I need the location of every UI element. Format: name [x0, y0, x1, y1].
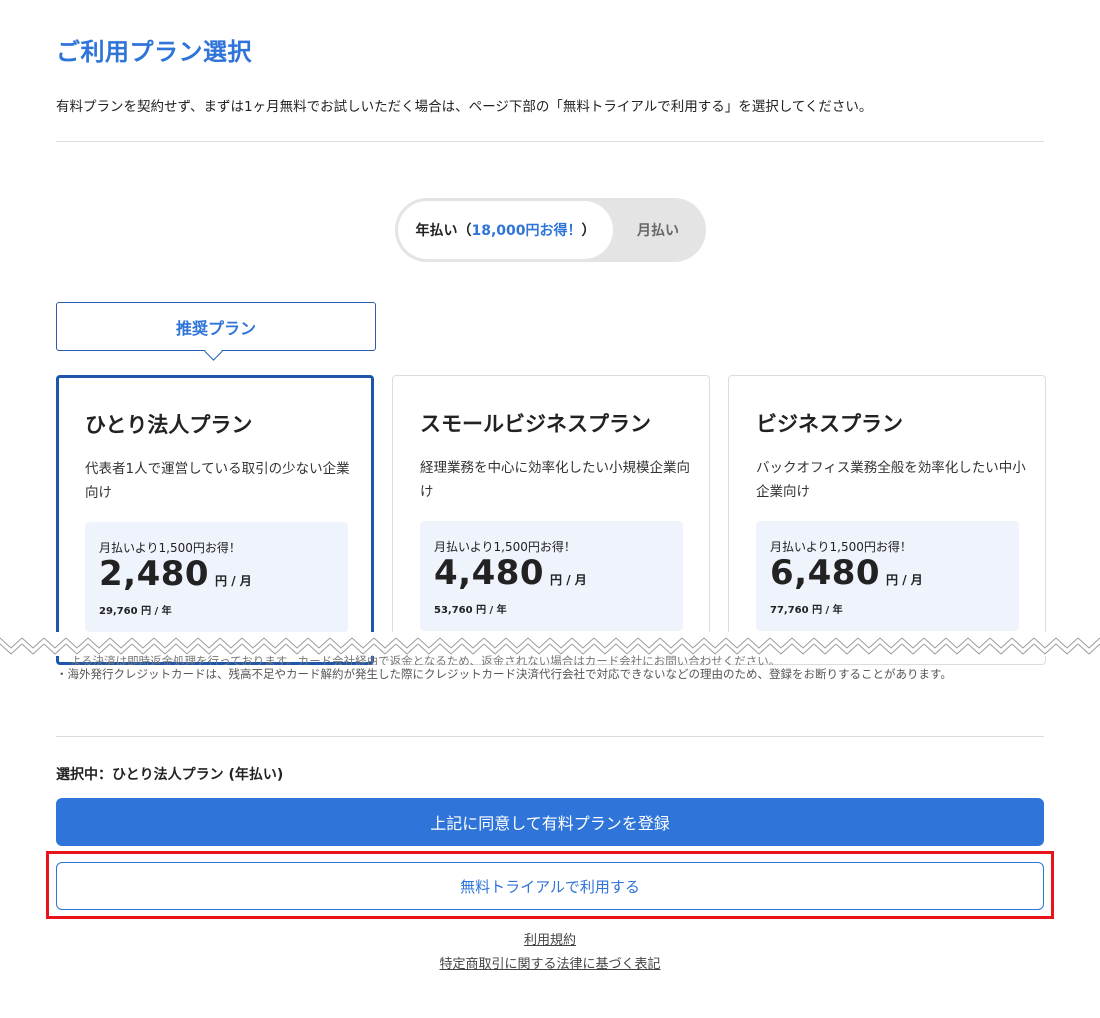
- monthly-price: 2,480 円 / 月: [99, 554, 252, 594]
- plan-card-small-business[interactable]: スモールビジネスプラン 経理業務を中心に効率化したい小規模企業向け 月払いより1…: [392, 375, 710, 665]
- billing-cycle-toggle: 年払い（ 18,000円お得！） 月払い: [395, 198, 706, 262]
- price-unit: 円 / 月: [886, 573, 923, 587]
- divider: [56, 141, 1044, 142]
- annual-billing-option[interactable]: 年払い（ 18,000円お得！）: [398, 201, 613, 259]
- price-box: 月払いより1,500円お得！ 6,480 円 / 月 77,760 円 / 年: [756, 521, 1019, 631]
- plan-description: 代表者1人で運営している取引の少ない企業向け: [85, 461, 350, 501]
- annual-label: 年払い（: [415, 223, 472, 239]
- plan-card-solo-corporation[interactable]: ひとり法人プラン 代表者1人で運営している取引の少ない企業向け 月払いより1,5…: [56, 375, 374, 665]
- price-unit: 円 / 月: [215, 574, 252, 588]
- note-refund: よる決済は即時返金処理を行っております。カード会社経由で返金となるため、返金され…: [70, 654, 781, 665]
- selection-value: ひとり法人プラン (年払い): [112, 767, 284, 783]
- note-overseas-card: ・海外発行クレジットカードは、残高不足やカード解約が発生した際にクレジットカード…: [56, 667, 952, 681]
- selection-summary: 選択中：ひとり法人プラン (年払い): [56, 764, 283, 784]
- payment-notes: よる決済は即時返金処理を行っております。カード会社経由で返金となるため、返金され…: [56, 652, 1056, 683]
- annual-price: 29,760 円 / 年: [99, 606, 172, 617]
- price-amount: 2,480: [99, 554, 210, 594]
- plan-name: ビジネスプラン: [756, 412, 903, 436]
- plan-name: スモールビジネスプラン: [420, 412, 651, 436]
- divider: [56, 736, 1044, 737]
- commercial-law-link[interactable]: 特定商取引に関する法律に基づく表記: [0, 953, 1100, 972]
- selection-label: 選択中：: [56, 767, 112, 783]
- plan-description: 経理業務を中心に効率化したい小規模企業向け: [420, 460, 690, 500]
- annual-price: 53,760 円 / 年: [434, 605, 507, 616]
- price-amount: 4,480: [434, 553, 545, 593]
- terms-link[interactable]: 利用規約: [0, 929, 1100, 948]
- monthly-price: 6,480 円 / 月: [770, 553, 923, 593]
- intro-text: 有料プランを契約せず、まずは1ヶ月無料でお試しいただく場合は、ページ下部の「無料…: [56, 99, 873, 115]
- price-box: 月払いより1,500円お得！ 2,480 円 / 月 29,760 円 / 年: [85, 522, 348, 632]
- free-trial-button[interactable]: 無料トライアルで利用する: [56, 862, 1044, 910]
- monthly-price: 4,480 円 / 月: [434, 553, 587, 593]
- price-box: 月払いより1,500円お得！ 4,480 円 / 月 53,760 円 / 年: [420, 521, 683, 631]
- plan-name: ひとり法人プラン: [85, 413, 253, 437]
- price-amount: 6,480: [770, 553, 881, 593]
- price-unit: 円 / 月: [550, 573, 587, 587]
- annual-savings: 18,000円お得！: [471, 223, 582, 239]
- register-paid-plan-button[interactable]: 上記に同意して有料プランを登録: [56, 798, 1044, 846]
- page-title: ご利用プラン選択: [56, 38, 252, 66]
- plan-description: バックオフィス業務全般を効率化したい中小企業向け: [756, 460, 1026, 500]
- recommended-plan-label: 推奨プラン: [56, 302, 376, 351]
- plan-card-business[interactable]: ビジネスプラン バックオフィス業務全般を効率化したい中小企業向け 月払いより1,…: [728, 375, 1046, 665]
- annual-price: 77,760 円 / 年: [770, 605, 843, 616]
- annual-label-close: ）: [581, 223, 596, 239]
- monthly-billing-option[interactable]: 月払い: [613, 201, 703, 259]
